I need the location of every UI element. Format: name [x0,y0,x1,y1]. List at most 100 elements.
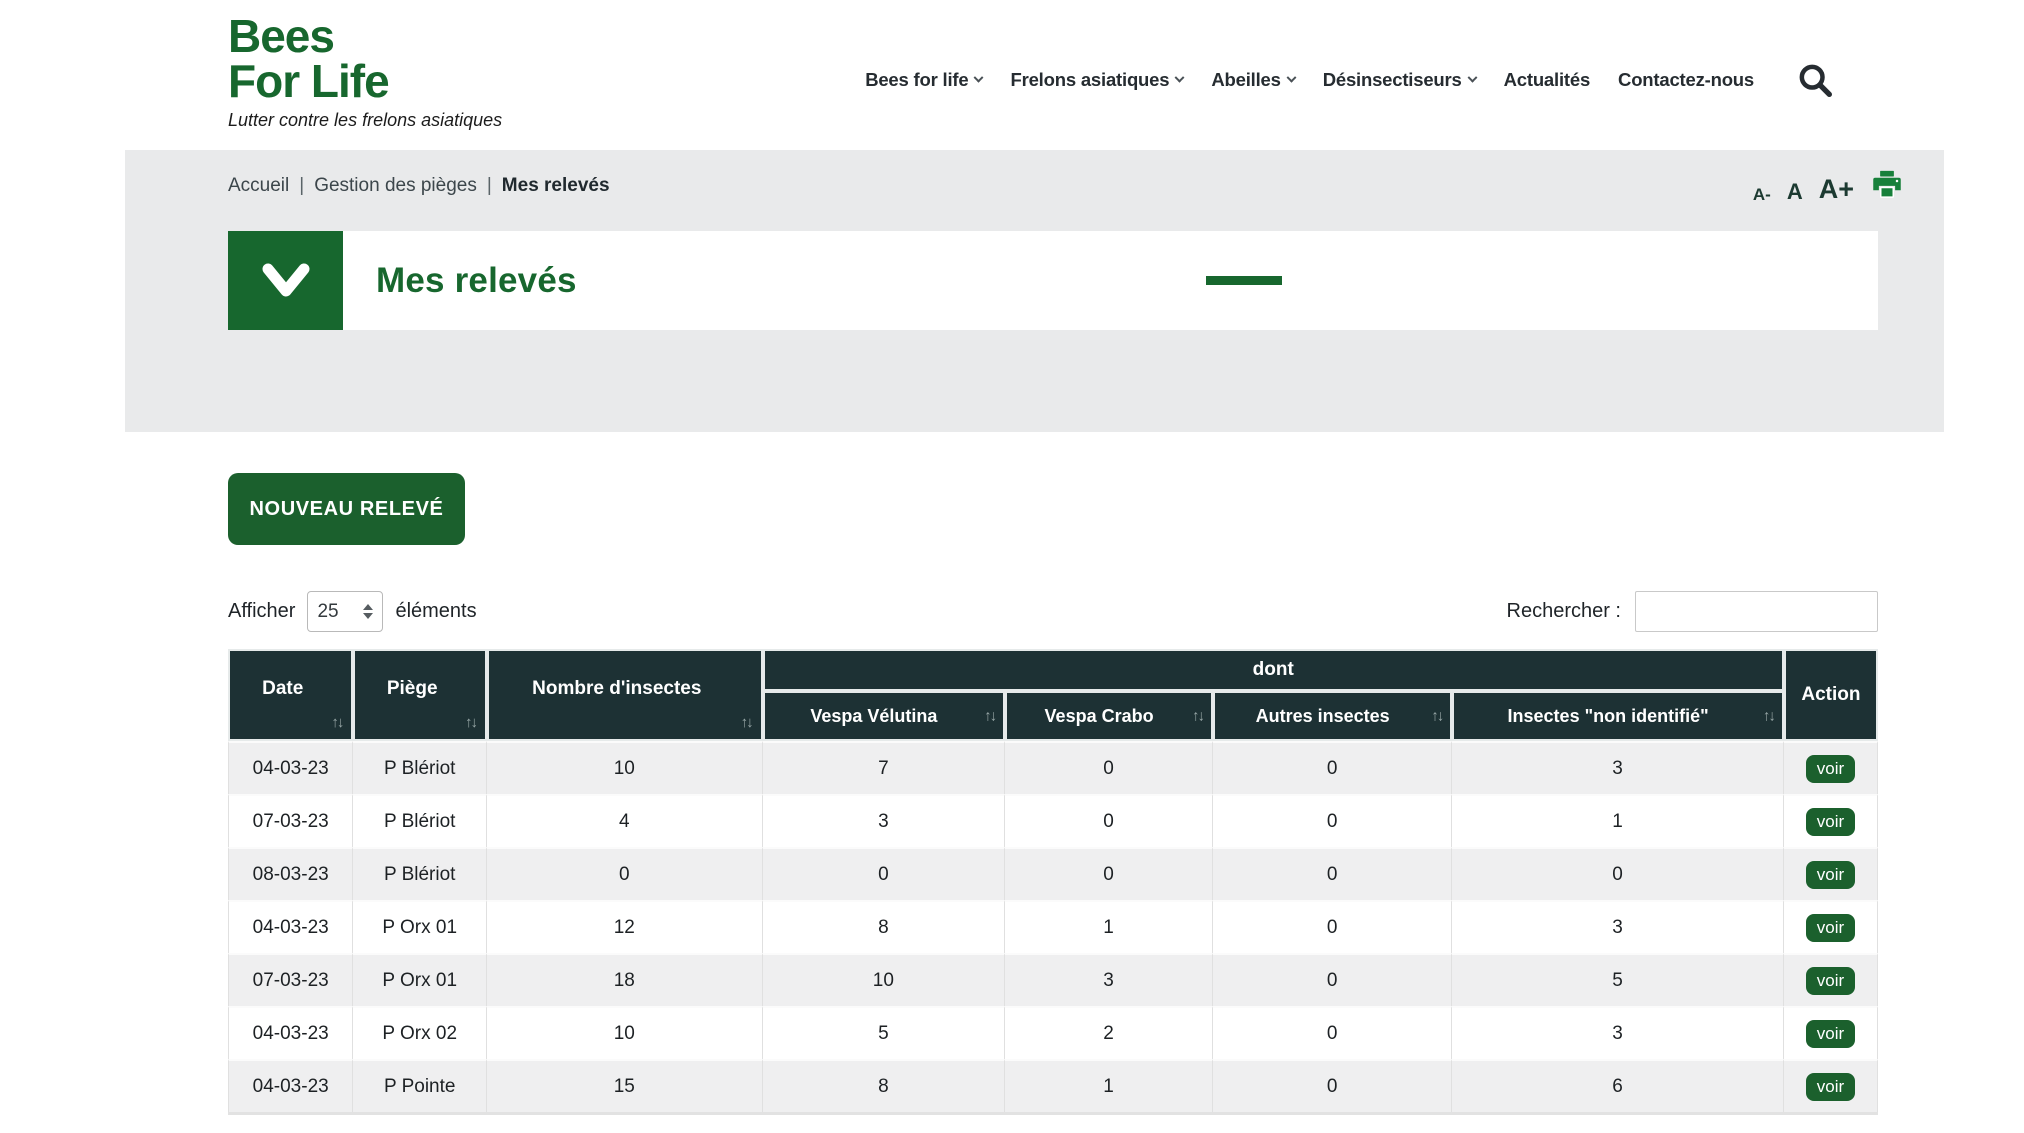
title-collapse-toggle[interactable] [228,231,343,330]
cell-total: 12 [487,900,763,953]
nav-item-label: Actualités [1504,69,1590,91]
nav-item-label: Bees for life [865,69,968,91]
sort-icon[interactable]: ↑↓ [984,708,995,725]
voir-button[interactable]: voir [1806,967,1855,995]
cell-piege: P Blériot [353,794,487,847]
page-size-select[interactable]: 25 [307,591,383,632]
voir-button[interactable]: voir [1806,861,1855,889]
sort-icon[interactable]: ↑↓ [465,714,476,731]
column-header-piege[interactable]: Piège ↑↓ [353,649,487,741]
column-header-vespa-crabo[interactable]: Vespa Crabo ↑↓ [1005,691,1213,741]
column-header-action: Action [1784,649,1878,741]
cell-vespa-velutina: 3 [763,794,1006,847]
column-header-date[interactable]: Date ↑↓ [228,649,353,741]
table-row: 07-03-23P Blériot43001voir [228,794,1878,847]
voir-button[interactable]: voir [1806,808,1855,836]
cell-non-identifie: 6 [1452,1059,1784,1112]
breadcrumb-separator: | [299,175,304,197]
table-row: 08-03-23P Blériot00000voir [228,847,1878,900]
nav-item-abeilles[interactable]: Abeilles [1211,69,1294,91]
cell-action: voir [1784,1006,1878,1059]
chevron-down-icon [974,72,984,82]
table-controls: Afficher 25 éléments Rechercher : [228,591,1878,632]
sort-icon[interactable]: ↑↓ [1431,708,1442,725]
cell-action: voir [1784,794,1878,847]
cell-date: 04-03-23 [228,900,353,953]
cell-action: voir [1784,953,1878,1006]
font-normal-button[interactable]: A [1787,181,1803,203]
voir-button[interactable]: voir [1806,914,1855,942]
chevron-down-icon [1467,72,1477,82]
table-row: 04-03-23P Pointe158106voir [228,1059,1878,1112]
logo-text-line2: For Life [228,59,502,104]
breadcrumb-separator: | [487,175,492,197]
table-search-input[interactable] [1635,591,1878,632]
cell-piege: P Pointe [353,1059,487,1112]
column-header-vespa-velutina[interactable]: Vespa Vélutina ↑↓ [763,691,1006,741]
table-row: 04-03-23P Orx 01128103voir [228,900,1878,953]
table-body: 04-03-23P Blériot107003voir07-03-23P Blé… [228,741,1878,1112]
printer-icon[interactable] [1872,170,1902,203]
logo-text-line1: Bees [228,14,502,59]
nav-item-bees-for-life[interactable]: Bees for life [865,69,982,91]
nav-item-frelons-asiatiques[interactable]: Frelons asiatiques [1010,69,1183,91]
up-down-arrows-icon [363,604,373,619]
search-icon[interactable] [1795,60,1835,105]
cell-autres: 0 [1213,1059,1452,1112]
cell-piege: P Orx 01 [353,953,487,1006]
sort-icon[interactable]: ↑↓ [1763,708,1774,725]
cell-action: voir [1784,900,1878,953]
cell-vespa-velutina: 10 [763,953,1006,1006]
breadcrumb-current: Mes relevés [502,175,610,197]
cell-vespa-crabo: 2 [1005,1006,1213,1059]
cell-autres: 0 [1213,953,1452,1006]
cell-date: 07-03-23 [228,953,353,1006]
show-label: Afficher [228,600,295,623]
cell-non-identifie: 1 [1452,794,1784,847]
page-size-value: 25 [317,601,338,623]
sort-icon[interactable]: ↑↓ [741,714,752,731]
sort-icon[interactable]: ↑↓ [1192,708,1203,725]
voir-button[interactable]: voir [1806,755,1855,783]
nav-item-contactez-nous[interactable]: Contactez-nous [1618,69,1754,91]
nouveau-releve-button[interactable]: NOUVEAU RELEVÉ [228,473,465,545]
breadcrumb-link-gestion-des-pieges[interactable]: Gestion des pièges [314,175,477,197]
table-row: 04-03-23P Blériot107003voir [228,741,1878,794]
cell-piege: P Orx 02 [353,1006,487,1059]
items-label: éléments [395,600,476,623]
cell-piege: P Blériot [353,741,487,794]
nav-item-label: Abeilles [1211,69,1280,91]
cell-autres: 0 [1213,794,1452,847]
nav-item-label: Désinsectiseurs [1323,69,1462,91]
column-header-autres-insectes[interactable]: Autres insectes ↑↓ [1213,691,1452,741]
cell-vespa-crabo: 1 [1005,900,1213,953]
font-decrease-button[interactable]: A- [1753,186,1771,203]
page-header-band: Accueil | Gestion des pièges | Mes relev… [125,150,1944,432]
column-header-nombre-insectes[interactable]: Nombre d'insectes ↑↓ [487,649,763,741]
nav-item-d-sinsectiseurs[interactable]: Désinsectiseurs [1323,69,1476,91]
table-row: 07-03-23P Orx 011810305voir [228,953,1878,1006]
cell-vespa-crabo: 3 [1005,953,1213,1006]
font-increase-button[interactable]: A+ [1819,176,1854,203]
cell-action: voir [1784,847,1878,900]
breadcrumb-link-accueil[interactable]: Accueil [228,175,289,197]
column-group-header-dont: dont [763,649,1784,691]
cell-total: 4 [487,794,763,847]
cell-total: 10 [487,741,763,794]
cell-non-identifie: 3 [1452,900,1784,953]
sort-icon[interactable]: ↑↓ [331,714,342,731]
nav-item-label: Frelons asiatiques [1010,69,1169,91]
cell-action: voir [1784,1059,1878,1112]
nav-item-label: Contactez-nous [1618,69,1754,91]
cell-non-identifie: 3 [1452,741,1784,794]
voir-button[interactable]: voir [1806,1073,1855,1101]
logo-tagline: Lutter contre les frelons asiatiques [228,110,502,131]
cell-non-identifie: 0 [1452,847,1784,900]
cell-vespa-velutina: 5 [763,1006,1006,1059]
nav-item-actualit-s[interactable]: Actualités [1504,69,1590,91]
site-logo[interactable]: Bees For Life Lutter contre les frelons … [228,14,502,131]
column-header-insectes-non-identifie[interactable]: Insectes "non identifié" ↑↓ [1452,691,1784,741]
chevron-down-icon [261,263,311,299]
cell-vespa-crabo: 1 [1005,1059,1213,1112]
voir-button[interactable]: voir [1806,1020,1855,1048]
